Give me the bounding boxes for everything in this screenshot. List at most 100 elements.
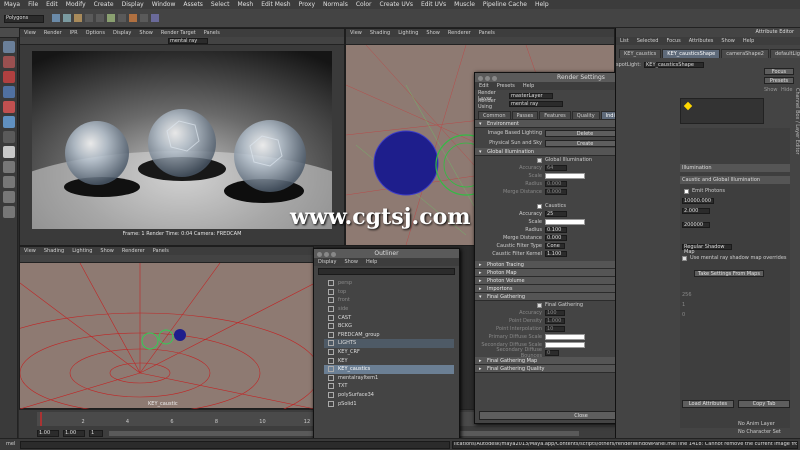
filter-type-select[interactable]: Cone (545, 243, 565, 249)
render-view-menu-item-3[interactable]: Options (82, 30, 109, 36)
fg-density-field[interactable]: 1.000 (545, 318, 565, 324)
copy-tab-button[interactable]: Copy Tab (738, 400, 790, 408)
gi-merge-field[interactable]: 0.000 (545, 189, 567, 195)
renderer-field[interactable]: mental ray (168, 38, 208, 44)
persp-menu-item-1[interactable]: Shading (366, 30, 394, 36)
fg-secondary-swatch[interactable] (545, 342, 585, 348)
shadow-map-select[interactable]: Regular Shadow Map (682, 244, 732, 255)
attribute-editor-tab-0[interactable]: KEY_caustics (619, 49, 662, 58)
exponent-field[interactable]: 2.000 (682, 208, 710, 214)
persp-menu-item-0[interactable]: View (346, 30, 366, 36)
main-menu-item-11[interactable]: Proxy (295, 1, 319, 8)
outliner-item-2[interactable]: front (324, 296, 454, 305)
outliner-item-13[interactable]: polySurface34 (324, 391, 454, 400)
mr-shadow-checkbox[interactable] (682, 255, 687, 261)
bottom-menu-item-5[interactable]: Panels (149, 248, 173, 254)
layout-single-icon[interactable] (2, 161, 15, 173)
attribute-editor-menu-item-3[interactable]: Attributes (685, 38, 718, 44)
bottom-viewport[interactable]: View Shading Lighting Show Renderer Panels KE… (19, 246, 315, 409)
main-menu-item-9[interactable]: Mesh (233, 1, 257, 8)
presets-button[interactable]: Presets (764, 77, 794, 84)
main-menu-item-0[interactable]: Maya (0, 1, 24, 8)
render-view-menu-item-7[interactable]: Panels (200, 30, 224, 36)
caustic-scale-swatch[interactable] (545, 219, 585, 225)
outliner-item-1[interactable]: top (324, 288, 454, 297)
main-menu-item-16[interactable]: Muscle (450, 1, 479, 8)
attribute-editor-menu-item-2[interactable]: Focus (662, 38, 684, 44)
main-menu-item-12[interactable]: Normals (319, 1, 352, 8)
gi-checkbox[interactable] (537, 157, 542, 163)
render-settings-tab-0[interactable]: Common (478, 111, 511, 119)
render-settings-tab-2[interactable]: Features (539, 111, 571, 119)
emit-photons-checkbox[interactable] (684, 188, 689, 194)
playback-start-field[interactable]: 1.00 (63, 430, 85, 437)
main-menu-item-13[interactable]: Color (352, 1, 376, 8)
render-view-menu-item-0[interactable]: View (20, 30, 40, 36)
layout-four-icon[interactable] (2, 176, 15, 188)
show-manipulator-icon[interactable] (2, 131, 15, 143)
main-menu-item-2[interactable]: Edit (42, 1, 62, 8)
main-menu-item-14[interactable]: Create UVs (376, 1, 417, 8)
bottom-menu-item-1[interactable]: Shading (40, 248, 68, 254)
attribute-editor-menu-item-4[interactable]: Show (717, 38, 739, 44)
outliner-item-0[interactable]: persp (324, 279, 454, 288)
outliner-filter-field[interactable] (318, 268, 455, 275)
persp-menu-item-5[interactable]: Panels (475, 30, 499, 36)
outliner-menu-item-2[interactable]: Help (362, 259, 381, 265)
attribute-editor-menu-item-0[interactable]: List (616, 38, 633, 44)
outliner-item-6[interactable]: FREDCAM_group (324, 331, 454, 340)
show-label[interactable]: Show (764, 87, 778, 93)
caustics-checkbox[interactable] (537, 203, 542, 209)
take-settings-button[interactable]: Take Settings From Maps (694, 270, 764, 277)
attribute-editor-tab-1[interactable]: KEY_causticsShape (662, 49, 721, 58)
current-time-marker[interactable] (40, 412, 42, 426)
current-frame-field[interactable]: 1 (89, 430, 103, 437)
gi-accuracy-field[interactable]: 64 (545, 165, 567, 171)
caustic-merge-field[interactable]: 0.000 (545, 235, 567, 241)
ibl-delete-button[interactable]: Delete (545, 129, 625, 137)
main-menu-item-18[interactable]: Help (531, 1, 553, 8)
main-menu-item-15[interactable]: Edit UVs (417, 1, 450, 8)
layout-outliner-icon[interactable] (2, 206, 15, 218)
persp-menu-item-3[interactable]: Show (422, 30, 444, 36)
select-tool-icon[interactable] (2, 41, 15, 53)
fg-primary-swatch[interactable] (545, 334, 585, 340)
persp-menu-item-2[interactable]: Lighting (394, 30, 422, 36)
move-tool-icon[interactable] (2, 86, 15, 98)
section-caustics[interactable]: Caustic and Global Illumination (680, 176, 790, 184)
scale-tool-icon[interactable] (2, 116, 15, 128)
main-menu-item-4[interactable]: Create (90, 1, 118, 8)
main-menu-item-8[interactable]: Select (207, 1, 234, 8)
focus-button[interactable]: Focus (764, 68, 794, 75)
render-view-menu-item-2[interactable]: IPR (66, 30, 82, 36)
gi-radius-field[interactable]: 0.000 (545, 181, 567, 187)
render-view-menu-item-4[interactable]: Display (109, 30, 135, 36)
start-time-field[interactable]: 1.00 (37, 430, 59, 437)
lasso-tool-icon[interactable] (2, 56, 15, 68)
fg-checkbox[interactable] (537, 302, 542, 308)
command-input[interactable] (20, 441, 450, 449)
outliner-item-5[interactable]: BCKG (324, 322, 454, 331)
bottom-menu-item-0[interactable]: View (20, 248, 40, 254)
main-menu-item-6[interactable]: Window (148, 1, 180, 8)
bottom-menu-item-4[interactable]: Renderer (118, 248, 149, 254)
fg-accuracy-field[interactable]: 100 (545, 310, 565, 316)
outliner-menu-item-1[interactable]: Show (340, 259, 362, 265)
bottom-menu-item-2[interactable]: Lighting (68, 248, 96, 254)
ae-field-3[interactable]: 0 (680, 311, 790, 319)
last-tool-icon[interactable] (2, 146, 15, 158)
main-menu-item-3[interactable]: Modify (62, 1, 90, 8)
attribute-editor-menu-item-1[interactable]: Selected (633, 38, 663, 44)
caustic-radius-field[interactable]: 0.100 (545, 227, 567, 233)
render-view-menu-item-1[interactable]: Render (40, 30, 66, 36)
main-menu-item-1[interactable]: File (24, 1, 42, 8)
render-view-menu-item-6[interactable]: Render Target (157, 30, 200, 36)
outliner-item-9[interactable]: KEY (324, 356, 454, 365)
section-illumination[interactable]: Illumination (680, 164, 790, 172)
no-anim-layer[interactable]: No Anim Layer (738, 421, 775, 427)
hide-label[interactable]: Hide (781, 87, 792, 93)
render-layer-select[interactable]: masterLayer (509, 93, 553, 99)
fg-interp-field[interactable]: 10 (545, 326, 565, 332)
persp-menu-item-4[interactable]: Renderer (444, 30, 475, 36)
outliner-item-11[interactable]: mentalrayItem1 (324, 374, 454, 383)
